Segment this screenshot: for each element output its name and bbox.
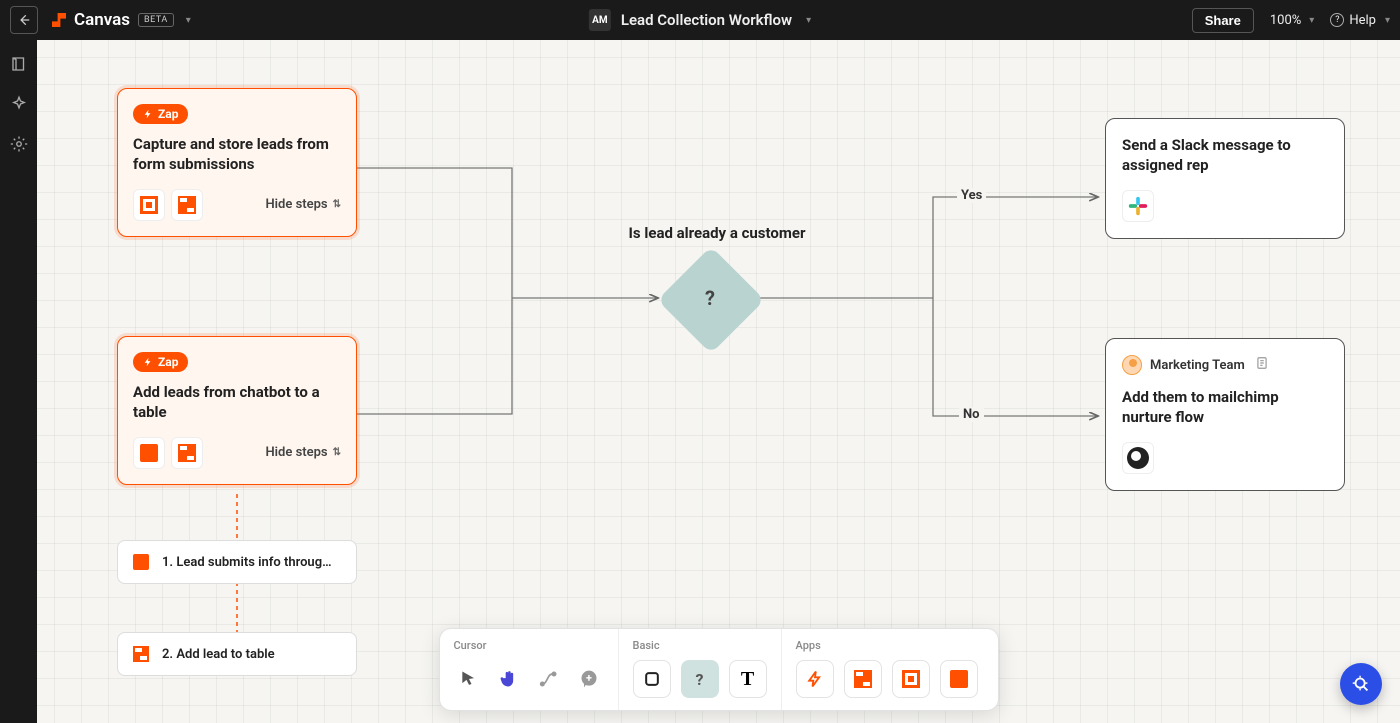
zap-title: Capture and store leads from form submis… xyxy=(133,134,341,175)
outcome-card-slack[interactable]: Send a Slack message to assigned rep xyxy=(1105,118,1345,239)
hide-steps-toggle[interactable]: Hide steps ⇅ xyxy=(265,445,341,460)
owner-name: Marketing Team xyxy=(1150,358,1245,373)
zap-badge: Zap xyxy=(133,352,188,372)
owner-row: Marketing Team xyxy=(1122,355,1328,375)
decision-mark: ? xyxy=(705,286,715,310)
tool-app-chatbot[interactable] xyxy=(940,660,978,698)
app-icon-tables xyxy=(171,189,203,221)
topbar: Canvas BETA ▾ AM Lead Collection Workflo… xyxy=(0,0,1400,40)
step-label: 1. Lead submits info throug… xyxy=(162,555,332,570)
app-icon-chatbot xyxy=(130,551,152,573)
app-icon-forms xyxy=(133,189,165,221)
tool-group-basic: Basic ? T xyxy=(619,629,782,710)
decision-label: Is lead already a customer xyxy=(607,224,827,242)
outcome-title: Send a Slack message to assigned rep xyxy=(1122,135,1328,176)
app-icon-chatbot xyxy=(133,437,165,469)
zap-badge-label: Zap xyxy=(158,107,178,121)
tool-pan[interactable] xyxy=(494,660,524,698)
outcome-card-mailchimp[interactable]: Marketing Team Add them to mailchimp nur… xyxy=(1105,338,1345,491)
zap-card-capture-leads[interactable]: Zap Capture and store leads from form su… xyxy=(117,88,357,237)
zap-title: Add leads from chatbot to a table xyxy=(133,382,341,423)
zap-badge-label: Zap xyxy=(158,355,178,369)
tool-shape-rect[interactable] xyxy=(633,660,671,698)
branch-no-label: No xyxy=(959,407,984,422)
tool-group-label: Cursor xyxy=(454,639,604,652)
tool-group-label: Apps xyxy=(796,639,978,652)
zap-app-icons xyxy=(133,189,203,221)
zap-badge: Zap xyxy=(133,104,188,124)
product-name: Canvas xyxy=(74,10,130,30)
zapier-logo-icon xyxy=(52,13,66,27)
tool-group-label: Basic xyxy=(633,639,767,652)
help-icon: ? xyxy=(1330,13,1344,27)
zap-app-icons xyxy=(133,437,203,469)
note-icon xyxy=(1255,356,1269,374)
tool-group-apps: Apps xyxy=(782,629,992,710)
owner-avatar[interactable]: AM xyxy=(589,9,611,31)
help-chevron-icon: ▾ xyxy=(1385,15,1390,26)
canvas[interactable]: Zap Capture and store leads from form su… xyxy=(37,40,1400,723)
tool-select[interactable] xyxy=(454,660,484,698)
tool-text[interactable]: T xyxy=(729,660,767,698)
sparkle-icon[interactable] xyxy=(9,94,29,114)
tool-comment[interactable]: + xyxy=(574,660,604,698)
outcome-title: Add them to mailchimp nurture flow xyxy=(1122,387,1328,428)
svg-text:+: + xyxy=(586,672,592,685)
branch-yes-label: Yes xyxy=(957,188,986,203)
step-label: 2. Add lead to table xyxy=(162,647,275,662)
tool-app-zap[interactable] xyxy=(796,660,834,698)
zoom-value: 100% xyxy=(1270,13,1301,28)
assistant-fab[interactable] xyxy=(1340,663,1382,705)
beta-badge: BETA xyxy=(138,13,174,27)
hide-steps-toggle[interactable]: Hide steps ⇅ xyxy=(265,197,341,212)
app-icon-tables xyxy=(171,437,203,469)
tool-connector[interactable] xyxy=(534,660,564,698)
owner-avatar-icon xyxy=(1122,355,1142,375)
zap-card-chatbot-leads[interactable]: Zap Add leads from chatbot to a table Hi… xyxy=(117,336,357,485)
document-title-group: AM Lead Collection Workflow ▾ xyxy=(589,9,811,31)
sort-icon: ⇅ xyxy=(333,202,341,207)
tool-shape-decision[interactable]: ? xyxy=(681,660,719,698)
app-icon-mailchimp xyxy=(1122,442,1154,474)
left-rail xyxy=(0,40,37,723)
document-title[interactable]: Lead Collection Workflow xyxy=(621,11,792,29)
sort-icon: ⇅ xyxy=(333,450,341,455)
help-menu[interactable]: ? Help ▾ xyxy=(1330,13,1390,28)
step-card-2[interactable]: 2. Add lead to table xyxy=(117,632,357,676)
app-icon-tables xyxy=(130,643,152,665)
zoom-chevron-icon: ▾ xyxy=(1309,15,1314,26)
zoom-control[interactable]: 100% ▾ xyxy=(1270,13,1314,28)
app-icon-slack xyxy=(1122,190,1154,222)
bottom-toolbar: Cursor + Basic ? T Apps xyxy=(439,628,999,711)
settings-icon[interactable] xyxy=(9,134,29,154)
step-card-1[interactable]: 1. Lead submits info throug… xyxy=(117,540,357,584)
tool-app-tables[interactable] xyxy=(844,660,882,698)
tool-app-interfaces[interactable] xyxy=(892,660,930,698)
help-label: Help xyxy=(1349,13,1376,28)
share-button[interactable]: Share xyxy=(1192,8,1254,33)
library-icon[interactable] xyxy=(9,54,29,74)
tool-group-cursor: Cursor + xyxy=(440,629,619,710)
title-menu-chevron-icon[interactable]: ▾ xyxy=(806,15,811,26)
back-button[interactable] xyxy=(10,6,38,34)
brand-menu-chevron-icon[interactable]: ▾ xyxy=(186,15,191,26)
brand: Canvas BETA ▾ xyxy=(52,10,191,30)
